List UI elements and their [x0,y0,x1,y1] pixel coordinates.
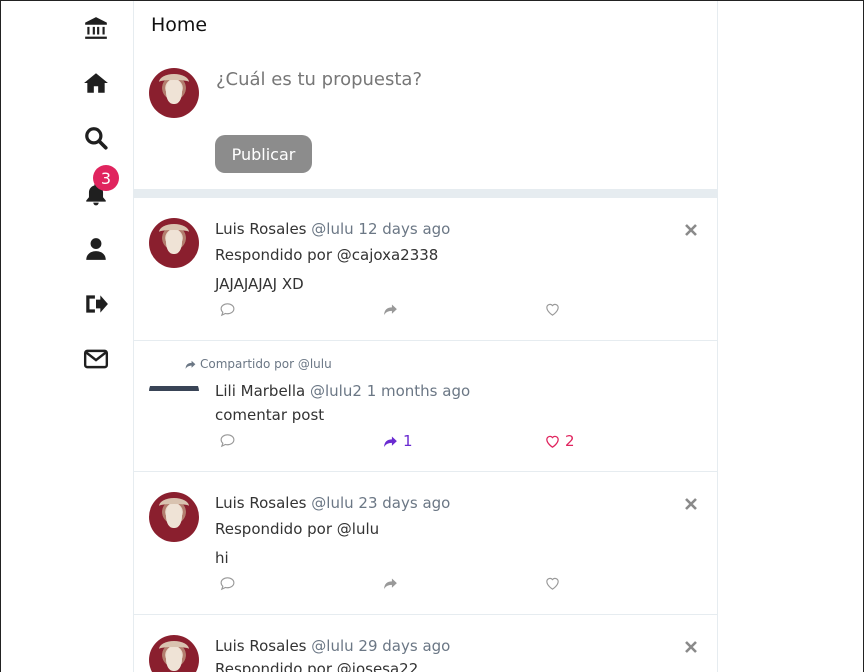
post-author-line: Luis Rosales @lulu 29 days ago [215,637,450,655]
post-text: comentar post [215,406,325,424]
share-count: 1 [403,432,413,450]
user-icon[interactable] [80,233,112,265]
author-name[interactable]: Luis Rosales [215,494,307,512]
author-name[interactable]: Lili Marbella [215,382,305,400]
divider [134,189,717,198]
proposal-input[interactable] [216,69,686,90]
post-item[interactable]: Luis Rosales @lulu 29 days ago Respondid… [134,615,717,672]
author-name[interactable]: Luis Rosales [215,637,307,655]
share-icon [185,360,196,369]
page-title: Home [151,14,208,36]
post-author-line: Luis Rosales @lulu 12 days ago [215,220,450,238]
share-button[interactable] [382,575,403,592]
share-button[interactable] [382,301,403,318]
author-handle[interactable]: @lulu [311,220,353,238]
share-icon [384,436,397,447]
reply-info: Respondido por @josesa22 [215,660,419,672]
post-author-line: Lili Marbella @lulu2 1 months ago [215,382,470,400]
post-text: JAJAJAJAJ XD [215,275,304,293]
post-time: 12 days ago [358,220,451,238]
heart-icon [546,303,559,316]
post-text: hi [215,549,229,567]
author-handle[interactable]: @lulu [311,494,353,512]
feed-column: Home Publicar Luis Rosales @lulu 12 days… [133,1,718,672]
post-item[interactable]: Luis Rosales @lulu 12 days ago Respondid… [134,198,717,341]
reply-info: Respondido por @cajoxa2338 [215,246,439,264]
publish-button[interactable]: Publicar [215,135,312,173]
shared-by-label: Compartido por @lulu [200,357,332,371]
author-handle[interactable]: @lulu2 [310,382,362,400]
post-time: 1 months ago [366,382,471,400]
like-count: 2 [565,432,575,450]
search-icon[interactable] [80,122,112,154]
envelope-icon[interactable] [80,343,112,375]
reply-button[interactable] [219,575,236,592]
shared-info: Compartido por @lulu [184,357,332,371]
post-item[interactable]: Compartido por @lulu Lili Marbella @lulu… [134,341,717,472]
reply-button[interactable] [219,432,236,449]
post-time: 23 days ago [358,494,451,512]
share-button[interactable]: 1 [382,432,413,450]
avatar [149,68,199,118]
like-button[interactable] [544,575,565,592]
close-icon[interactable] [684,497,698,511]
post-author-line: Luis Rosales @lulu 23 days ago [215,494,450,512]
post-item[interactable]: Luis Rosales @lulu 23 days ago Respondid… [134,472,717,615]
comment-icon [220,434,235,448]
app-window: 3 Home Publicar Luis Rosales @lulu 12 da… [0,0,864,672]
home-icon[interactable] [80,67,112,99]
author-name[interactable]: Luis Rosales [215,220,307,238]
notification-badge: 3 [93,165,119,191]
like-button[interactable] [544,301,565,318]
bank-icon[interactable] [80,12,112,44]
share-icon [384,304,397,316]
avatar [149,218,199,268]
comment-icon [220,577,235,591]
avatar [149,492,199,542]
reply-button[interactable] [219,301,236,318]
share-icon [384,578,397,590]
sidebar: 3 [1,1,133,672]
heart-icon [546,577,559,590]
composer: Publicar [134,51,717,189]
author-handle[interactable]: @lulu [311,637,353,655]
avatar [149,379,199,391]
close-icon[interactable] [684,640,698,654]
heart-icon [546,435,559,448]
close-icon[interactable] [684,223,698,237]
avatar [149,635,199,672]
post-time: 29 days ago [358,637,451,655]
logout-icon[interactable] [80,288,112,320]
comment-icon [220,303,235,317]
like-button[interactable]: 2 [544,432,575,450]
reply-info: Respondido por @lulu [215,520,380,538]
